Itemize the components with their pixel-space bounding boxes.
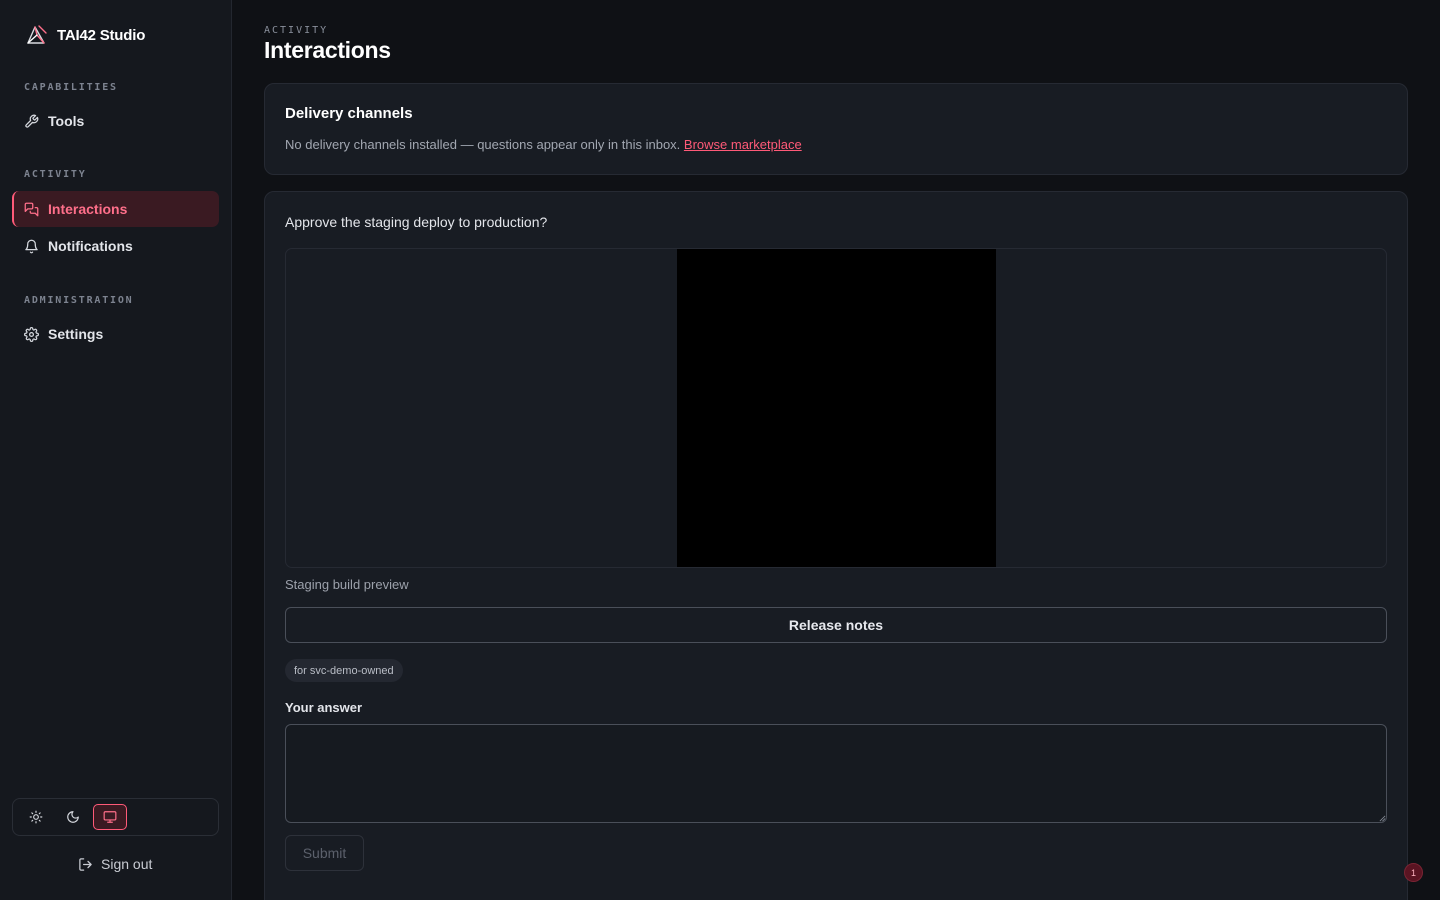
sun-icon: [29, 810, 43, 824]
brand-name: TAI42 Studio: [57, 26, 146, 44]
sidebar-item-notifications[interactable]: Notifications: [12, 228, 219, 264]
section-label-capabilities: CAPABILITIES: [24, 82, 118, 93]
sidebar-item-settings[interactable]: Settings: [12, 316, 219, 352]
monitor-icon: [103, 811, 117, 823]
sidebar-item-label: Tools: [48, 113, 85, 129]
answer-field[interactable]: [285, 724, 1387, 823]
section-label-administration: ADMINISTRATION: [24, 295, 134, 306]
delivery-channels-title: Delivery channels: [285, 105, 413, 122]
owner-chip: for svc-demo-owned: [285, 659, 403, 682]
notification-count-badge[interactable]: 1: [1404, 863, 1423, 882]
preview-caption: Staging build preview: [285, 577, 409, 592]
delivery-channels-text: No delivery channels installed — questio…: [285, 137, 802, 152]
browse-marketplace-link[interactable]: Browse marketplace: [684, 137, 802, 152]
tai42-logo-icon: [27, 25, 47, 44]
moon-icon: [67, 811, 79, 823]
resize-grip-icon[interactable]: [1379, 815, 1386, 822]
sidebar-item-label: Settings: [48, 326, 104, 342]
chat-bubbles-icon: [24, 202, 39, 216]
submit-button[interactable]: Submit: [285, 835, 364, 871]
delivery-channels-message: No delivery channels installed — questio…: [285, 137, 681, 152]
theme-light-button[interactable]: [19, 804, 53, 830]
page-eyebrow: ACTIVITY: [264, 25, 329, 36]
delivery-channels-card: Delivery channels No delivery channels i…: [264, 83, 1408, 175]
interaction-question: Approve the staging deploy to production…: [285, 214, 548, 230]
sidebar-item-tools[interactable]: Tools: [12, 103, 219, 139]
sidebar-item-label: Interactions: [48, 201, 128, 217]
sign-out-label: Sign out: [101, 856, 153, 872]
preview-frame: [285, 248, 1387, 568]
release-notes-button[interactable]: Release notes: [285, 607, 1387, 643]
theme-switcher: [12, 798, 219, 836]
section-label-activity: ACTIVITY: [24, 169, 87, 180]
sidebar: TAI42 Studio CAPABILITIES Tools ACTIVITY…: [0, 0, 232, 900]
answer-label: Your answer: [285, 700, 363, 715]
staging-preview-image: [677, 249, 996, 567]
theme-system-button[interactable]: [93, 804, 127, 830]
interaction-card: Approve the staging deploy to production…: [264, 191, 1408, 900]
sidebar-item-interactions[interactable]: Interactions: [12, 191, 219, 227]
main-content: ACTIVITY Interactions Delivery channels …: [232, 0, 1440, 900]
app: TAI42 Studio CAPABILITIES Tools ACTIVITY…: [0, 0, 1440, 900]
sidebar-item-label: Notifications: [48, 238, 133, 254]
page-title: Interactions: [264, 37, 391, 63]
gear-icon: [24, 326, 39, 342]
brand[interactable]: TAI42 Studio: [24, 23, 145, 47]
sign-out-button[interactable]: Sign out: [78, 856, 152, 872]
log-out-icon: [79, 857, 92, 871]
wrench-icon: [25, 114, 39, 128]
theme-dark-button[interactable]: [56, 804, 90, 830]
bell-icon: [25, 239, 38, 253]
